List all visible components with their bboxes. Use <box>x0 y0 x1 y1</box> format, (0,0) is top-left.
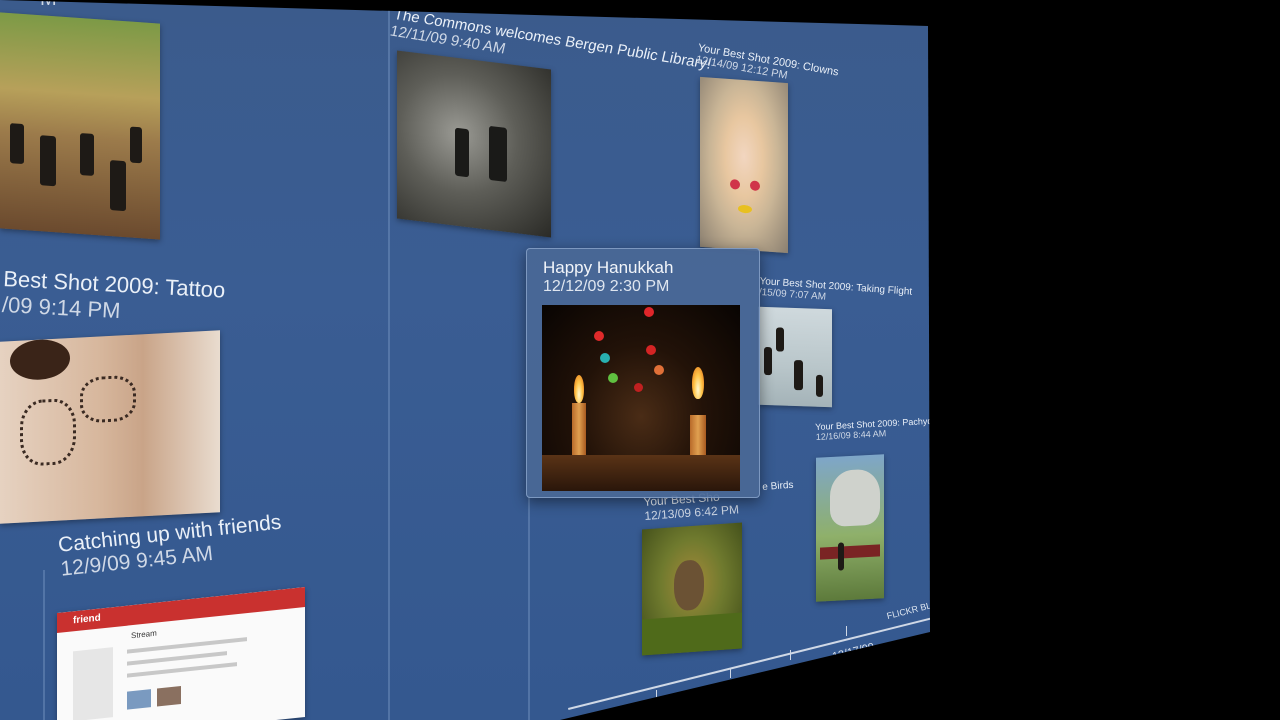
column-divider <box>388 8 390 720</box>
timeline-scene: M The Commons welcomes Bergen Public Lib… <box>0 0 1280 720</box>
photo-clowns[interactable] <box>700 76 788 254</box>
axis-tick-label: 12/17/09 <box>831 640 876 664</box>
photo-friendfeed[interactable]: friend Stream <box>57 586 305 720</box>
featured-post-title: Happy Hanukkah <box>543 258 674 277</box>
post-tattoo[interactable]: Best Shot 2009: Tattoo /09 9:14 PM <box>1 266 226 330</box>
column-divider <box>528 496 530 720</box>
post-header-fragment: M <box>40 0 57 11</box>
photo-tattoo[interactable] <box>0 330 220 524</box>
axis-source-label: FLICKR BLOG <box>885 596 946 622</box>
post-taking-flight[interactable]: Your Best Shot 2009: Taking Flight /15/0… <box>758 276 912 309</box>
friendfeed-stream-label: Stream <box>131 628 157 641</box>
timeline-axis <box>568 616 930 710</box>
photo-taking-flight[interactable] <box>758 306 832 408</box>
photo-birds[interactable] <box>642 522 742 656</box>
photo-pachyderm[interactable] <box>816 454 884 602</box>
axis-tick-label: 12/16/09 <box>775 662 820 686</box>
post-friends-rule <box>43 570 45 720</box>
photo-hanukkah[interactable] <box>542 305 740 491</box>
axis-tickmark <box>790 650 791 660</box>
post-birds-title-tail: e Birds <box>762 479 794 493</box>
axis-tickmark <box>656 690 657 700</box>
axis-tickmark <box>846 626 847 636</box>
post-friends[interactable]: Catching up with friends 12/9/09 9:45 AM <box>57 511 285 582</box>
axis-tickmark <box>730 668 731 678</box>
axis-tick-label: 09 <box>662 708 678 720</box>
photo-commons[interactable] <box>397 50 551 238</box>
axis-tick-label: 12/15/09 <box>709 684 754 708</box>
post-pachyderm[interactable]: Your Best Shot 2009: Pachyderm 12/16/09 … <box>815 415 930 442</box>
featured-post-hanukkah[interactable]: Happy Hanukkah 12/12/09 2:30 PM <box>526 248 760 498</box>
featured-post-date: 12/12/09 2:30 PM <box>543 278 670 295</box>
photo-wrestling-field[interactable] <box>0 12 160 240</box>
